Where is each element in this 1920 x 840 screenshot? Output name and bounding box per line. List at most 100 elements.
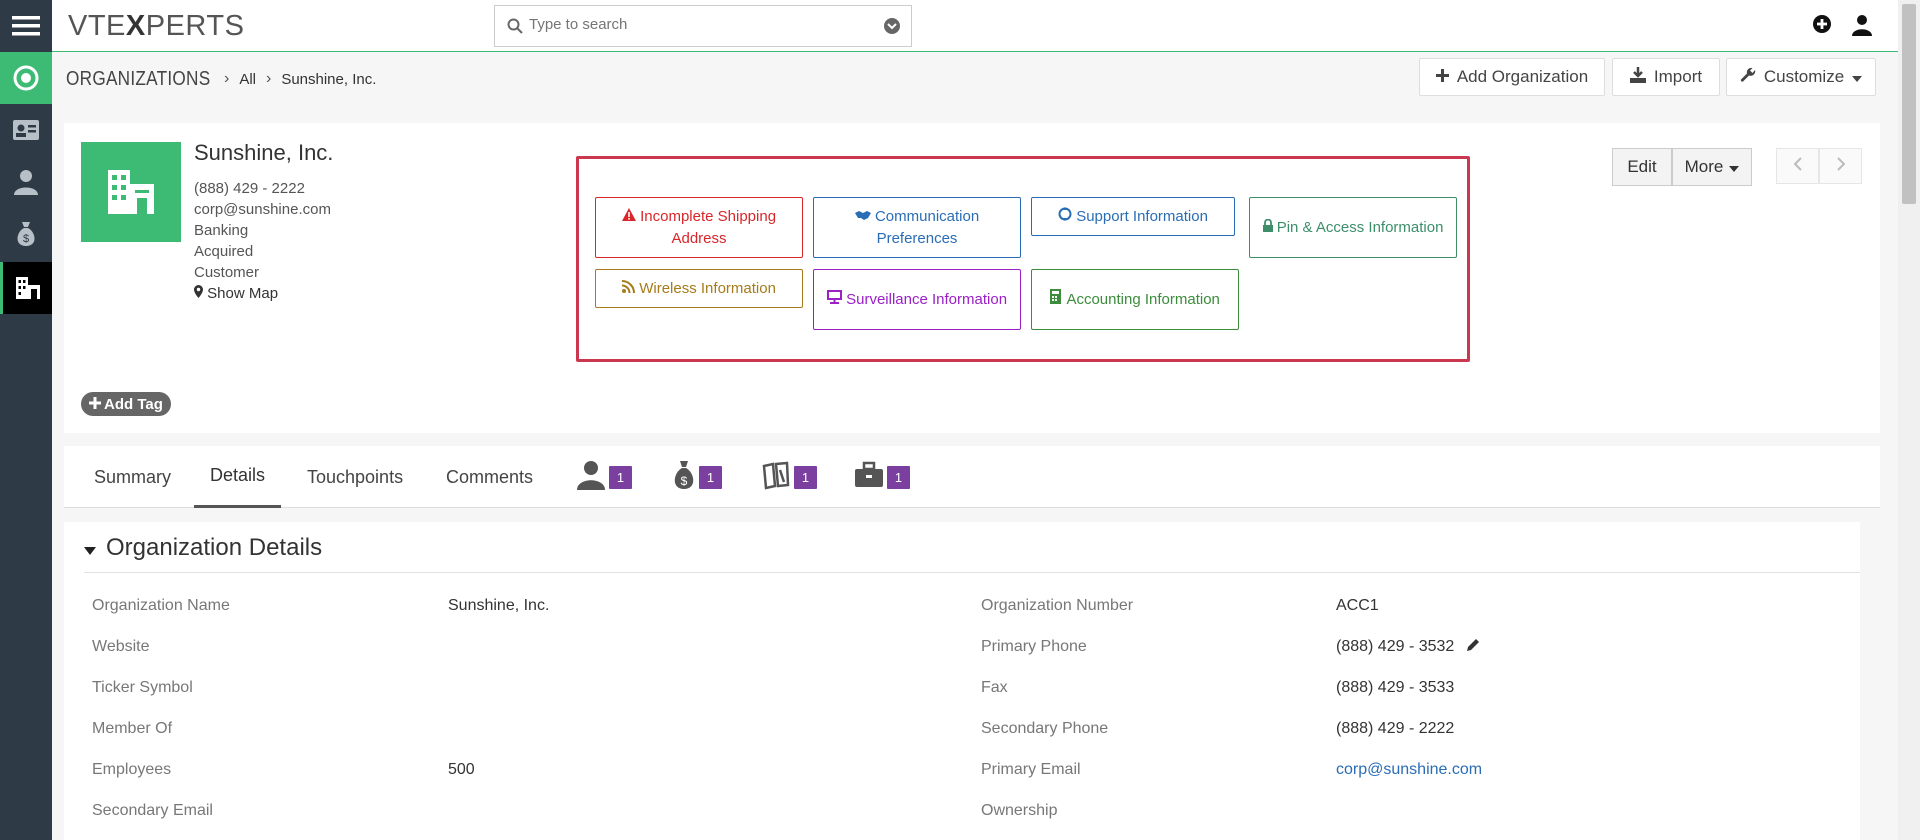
record-tabs: Summary Details Touchpoints Comments 1 $… (64, 446, 1880, 508)
map-marker-icon (194, 285, 203, 302)
tab-deals[interactable]: $ 1 (672, 454, 722, 500)
field-label: Ownership (981, 802, 1058, 819)
svg-text:$: $ (681, 474, 688, 488)
chevron-right-icon: › (265, 70, 272, 87)
scrollbar-thumb[interactable] (1902, 4, 1916, 204)
pencil-icon[interactable] (1466, 638, 1479, 655)
accounting-information-label: Accounting Information (1066, 290, 1220, 308)
record-navigation (1776, 148, 1862, 184)
page-scrollbar[interactable] (1898, 0, 1920, 840)
organization-icon[interactable] (0, 262, 52, 314)
record-summary: (888) 429 - 2222 corp@sunshine.com Banki… (194, 178, 331, 304)
tab-projects[interactable]: 1 (854, 454, 910, 500)
add-tag-button[interactable]: Add Tag (81, 392, 171, 416)
field-value[interactable]: ACC1 (1336, 597, 1379, 615)
quick-create-icon[interactable] (1812, 14, 1832, 39)
wrench-icon (1740, 67, 1756, 88)
user-menu-icon[interactable] (1852, 14, 1872, 41)
menu-icon[interactable] (0, 0, 52, 52)
field-label: Primary Email (981, 761, 1081, 778)
details-panel (64, 522, 1860, 840)
surveillance-information-label: Surveillance Information (846, 290, 1008, 308)
record-actions: Edit More (1612, 148, 1752, 186)
tab-details[interactable]: Details (194, 446, 282, 508)
top-bar: VTEXPERTS (52, 0, 1900, 52)
edit-button[interactable]: Edit (1612, 148, 1672, 186)
monitor-icon (826, 289, 842, 308)
more-label: More (1684, 157, 1724, 176)
field-value-email-link[interactable]: corp@sunshine.com (1336, 761, 1482, 779)
search-options-icon[interactable] (883, 17, 901, 40)
incomplete-shipping-address-button[interactable]: Incomplete Shipping Address (595, 197, 803, 258)
section-title: Organization Details (106, 534, 323, 561)
support-information-label: Support Information (1076, 207, 1208, 225)
field-label: Secondary Email (92, 802, 213, 819)
field-value[interactable]: Sunshine, Inc. (448, 597, 549, 615)
organization-avatar (81, 142, 181, 242)
money-bag-icon: $ (672, 460, 696, 495)
person-icon[interactable] (0, 156, 52, 208)
add-tag-label: Add Tag (104, 395, 163, 413)
contacts-count-badge: 1 (609, 465, 632, 489)
next-record-button[interactable] (1819, 148, 1862, 184)
field-label: Primary Phone (981, 638, 1087, 655)
field-value[interactable]: (888) 429 - 2222 (1336, 720, 1454, 738)
customize-button[interactable]: Customize (1726, 58, 1876, 96)
field-label: Secondary Phone (981, 720, 1109, 737)
record-phone: (888) 429 - 2222 (194, 180, 305, 197)
field-label: Organization Name (92, 597, 230, 614)
accounting-information-button[interactable]: Accounting Information (1031, 269, 1239, 330)
add-organization-label: Add Organization (1456, 67, 1589, 86)
pin-access-information-button[interactable]: Pin & Access Information (1249, 197, 1457, 258)
field-value[interactable]: (888) 429 - 3532 (1336, 638, 1479, 656)
support-information-button[interactable]: Support Information (1031, 197, 1235, 236)
tab-tickets[interactable]: 1 (761, 454, 817, 500)
chevron-right-icon: › (223, 70, 230, 87)
field-value[interactable]: 500 (448, 761, 475, 779)
record-industry: Banking (194, 222, 249, 239)
accounting-icon (1050, 288, 1063, 308)
primary-phone-value: (888) 429 - 3532 (1336, 638, 1455, 655)
more-button[interactable]: More (1672, 148, 1752, 186)
tickets-count-badge: 1 (794, 465, 817, 489)
contact-card-icon[interactable] (0, 104, 52, 156)
tab-summary[interactable]: Summary (94, 446, 171, 508)
record-email: corp@sunshine.com (194, 201, 331, 218)
add-organization-button[interactable]: Add Organization (1419, 58, 1605, 96)
breadcrumb-record: Sunshine, Inc. (281, 70, 377, 88)
tab-touchpoints[interactable]: Touchpoints (307, 446, 403, 508)
communication-preferences-label: Communication Preferences (874, 207, 980, 247)
handshake-icon (854, 208, 871, 225)
field-label: Website (92, 638, 150, 655)
tab-comments[interactable]: Comments (446, 446, 533, 508)
app-logo[interactable]: VTEXPERTS (68, 10, 244, 43)
communication-preferences-button[interactable]: Communication Preferences (813, 197, 1021, 258)
surveillance-information-button[interactable]: Surveillance Information (813, 269, 1021, 330)
deals-count-badge: 1 (699, 465, 722, 489)
support-icon (1058, 206, 1072, 225)
field-label: Ticker Symbol (92, 679, 193, 696)
section-divider (84, 572, 1860, 573)
show-map-link[interactable]: Show Map (194, 283, 331, 304)
record-status: Acquired (194, 243, 254, 260)
previous-record-button[interactable] (1776, 148, 1819, 184)
breadcrumb-module[interactable]: ORGANIZATIONS (66, 68, 210, 91)
field-label: Member Of (92, 720, 173, 737)
caret-down-icon (1729, 157, 1740, 177)
pin-access-information-label: Pin & Access Information (1276, 218, 1444, 236)
breadcrumb: ORGANIZATIONS › All › Sunshine, Inc. (66, 64, 376, 94)
money-bag-icon[interactable]: $ (0, 208, 52, 260)
wireless-information-button[interactable]: Wireless Information (595, 269, 803, 308)
field-label: Fax (981, 679, 1008, 696)
caret-down-icon (1852, 67, 1863, 87)
search-icon (507, 18, 523, 39)
search-input[interactable] (529, 16, 869, 33)
breadcrumb-all[interactable]: All (239, 71, 256, 88)
dashboard-icon[interactable] (0, 52, 52, 104)
import-button[interactable]: Import (1612, 58, 1720, 96)
incomplete-shipping-address-label: Incomplete Shipping Address (640, 207, 777, 247)
section-header[interactable]: Organization Details (84, 534, 322, 562)
plus-icon (1435, 67, 1449, 87)
tab-contacts[interactable]: 1 (576, 454, 632, 500)
field-value[interactable]: (888) 429 - 3533 (1336, 679, 1454, 697)
